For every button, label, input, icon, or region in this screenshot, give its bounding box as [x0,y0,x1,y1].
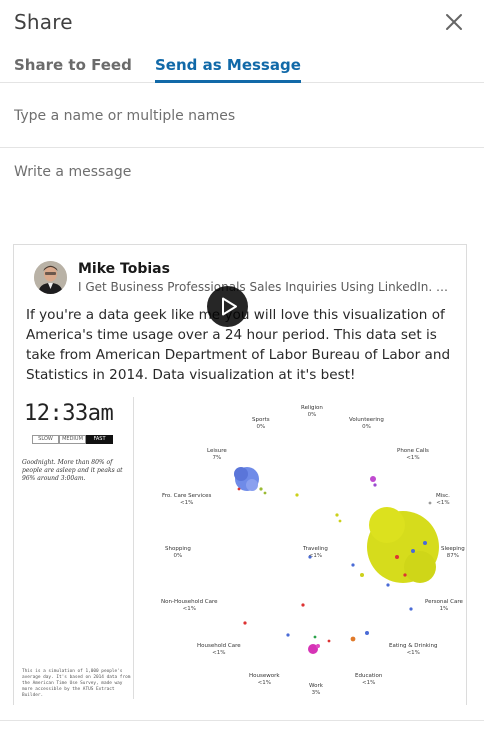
divider [0,720,484,721]
category-sports: Sports 0% [252,417,270,430]
dialog-header: Share [0,0,484,46]
time-usage-visualization: Religion 0% Sports 0% Volunteering 0% Leisu… [135,397,466,705]
category-work: Work 3% [309,683,323,696]
share-tabs: Share to Feed Send as Message [0,46,484,83]
post-author-headline: I Get Business Professionals Sales Inqui… [78,280,450,294]
recipients-input[interactable] [14,105,464,127]
video-clock: 12:33am [24,401,114,426]
video-sidebar: 12:33am SLOW MEDIUM FAST Goodnight. More… [14,397,134,699]
category-leisure: Leisure 7% [207,448,227,461]
recipients-field [0,83,484,148]
category-traveling: Traveling <1% [303,546,328,559]
category-personal-care: Personal Care 1% [425,599,463,612]
category-housework: Housework <1% [249,673,280,686]
category-shopping: Shopping 0% [165,546,191,559]
category-religion: Religion 0% [301,405,323,418]
message-field [0,148,484,240]
category-non-household-care: Non-Household Care <1% [161,599,218,612]
post-video[interactable]: 12:33am SLOW MEDIUM FAST Goodnight. More… [14,397,466,705]
speed-selector: SLOW MEDIUM FAST [32,435,113,445]
category-eating-drinking: Eating & Drinking <1% [389,643,438,656]
tab-share-to-feed[interactable]: Share to Feed [14,56,132,83]
category-sleeping: Sleeping 87% [441,546,465,559]
category-fro-care-services: Fro. Care Services <1% [162,493,212,506]
category-misc: Misc. <1% [436,493,450,506]
close-icon[interactable] [440,8,468,36]
speed-slow: SLOW [32,435,59,444]
tab-send-as-message[interactable]: Send as Message [155,56,301,83]
category-education: Education <1% [355,673,383,686]
category-volunteering: Volunteering 0% [349,417,384,430]
video-blurb: Goodnight. More than 80% of people are a… [22,459,123,482]
speed-fast: FAST [86,435,113,444]
post-author[interactable]: Mike Tobias [78,261,170,277]
dialog-title: Share [14,10,73,34]
category-household-care: Household Care <1% [197,643,241,656]
avatar [34,261,67,294]
message-input[interactable] [14,164,464,224]
video-footnote: This is a simulation of 1,000 people's a… [22,669,131,698]
speed-medium: MEDIUM [59,435,86,444]
category-phone-calls: Phone Calls <1% [397,448,429,461]
play-icon[interactable] [207,286,248,327]
